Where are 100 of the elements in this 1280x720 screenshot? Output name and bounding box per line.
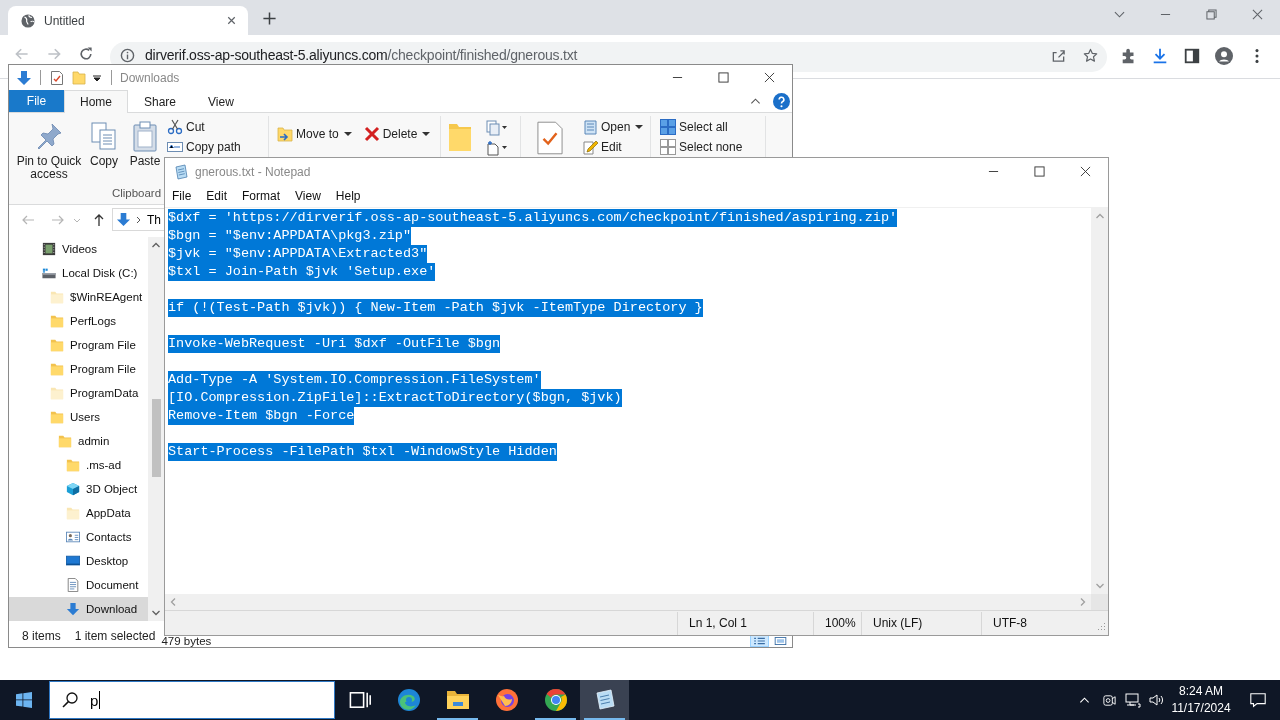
line-ending: Unix (LF)	[861, 611, 981, 635]
open-button[interactable]: Open	[582, 118, 648, 136]
side-panel-icon[interactable]	[1183, 47, 1201, 65]
avatar-icon[interactable]	[1215, 47, 1233, 65]
help-icon[interactable]	[773, 92, 790, 110]
edge-icon	[396, 688, 421, 712]
close-icon[interactable]	[1251, 9, 1263, 20]
details-view-button[interactable]	[750, 636, 769, 647]
drive-icon	[42, 266, 56, 280]
clock[interactable]: 8:24 AM 11/17/2024	[1171, 683, 1231, 717]
cut-button[interactable]: Cut	[167, 118, 245, 136]
zoom-level: 100%	[813, 611, 861, 635]
tree-item[interactable]: AppData	[9, 501, 148, 525]
camera-icon[interactable]	[1102, 692, 1117, 708]
caret-down-icon[interactable]	[93, 73, 101, 82]
pin-button[interactable]: Pin to Quick access	[13, 116, 85, 187]
file-tab[interactable]: File	[9, 90, 64, 112]
properties-icon[interactable]	[537, 121, 563, 155]
new-document-icon[interactable]	[486, 140, 508, 156]
menu-item[interactable]: File	[165, 189, 200, 203]
folder-icon	[66, 458, 80, 472]
folder-icon	[445, 688, 470, 712]
group-label: Clipboard	[111, 187, 162, 201]
plus-icon[interactable]	[262, 11, 277, 26]
copy-path-icon	[167, 139, 183, 155]
properties-icon[interactable]	[49, 69, 65, 86]
ribbon-tab[interactable]: Share	[128, 90, 193, 113]
star-icon[interactable]	[1083, 48, 1098, 63]
ribbon-tab[interactable]: View	[192, 90, 250, 113]
tree-item[interactable]: ProgramData	[9, 381, 148, 405]
maximize-icon[interactable]	[717, 72, 729, 83]
document-icon	[66, 578, 80, 592]
close-icon[interactable]	[763, 72, 775, 83]
move-to-button[interactable]: Move to	[277, 123, 352, 145]
tree-item[interactable]: Contacts	[9, 525, 148, 549]
restore-icon[interactable]	[1205, 9, 1217, 20]
tree-item[interactable]: Users	[9, 405, 148, 429]
notification-icon[interactable]	[1249, 691, 1267, 709]
download-arrow-icon	[66, 602, 80, 616]
tree-item[interactable]: Program File	[9, 357, 148, 381]
download-arrow-icon	[16, 69, 32, 86]
folder-arrow-icon	[277, 126, 293, 142]
ribbon-tab[interactable]: Home	[64, 90, 128, 113]
faded-folder-icon	[50, 290, 64, 304]
reload-icon[interactable]	[78, 46, 94, 62]
folder-icon	[50, 410, 64, 424]
search-icon	[62, 692, 78, 708]
tree-item[interactable]: Desktop	[9, 549, 148, 573]
site-info-icon[interactable]	[120, 48, 135, 63]
tree-item[interactable]: Videos	[9, 237, 148, 261]
menu-item[interactable]: Edit	[199, 189, 236, 203]
faded-folder-icon	[50, 386, 64, 400]
tree-item[interactable]: 3D Object	[9, 477, 148, 501]
notepad-icon	[173, 163, 189, 180]
tree-item[interactable]: Program File	[9, 333, 148, 357]
edit-button[interactable]: Edit	[582, 138, 648, 156]
tree-item[interactable]: admin	[9, 429, 148, 453]
cube-icon	[66, 482, 80, 496]
download-arrow-icon	[116, 212, 131, 227]
volume-icon[interactable]	[1149, 692, 1165, 708]
copy-path-button[interactable]: Copy path	[167, 138, 245, 156]
folder-icon	[50, 362, 64, 376]
folder-icon	[58, 434, 72, 448]
contact-card-icon	[66, 530, 80, 544]
tree-item[interactable]: Document	[9, 573, 148, 597]
close-icon[interactable]	[225, 14, 238, 27]
tree-item[interactable]: PerfLogs	[9, 309, 148, 333]
download-icon[interactable]	[1151, 47, 1169, 65]
scrollbar[interactable]	[148, 237, 164, 621]
film-icon	[42, 242, 56, 256]
menu-item[interactable]: View	[288, 189, 329, 203]
close-icon[interactable]	[1079, 166, 1091, 177]
scrollbar-thumb[interactable]	[151, 399, 161, 477]
menu-item[interactable]: Help	[328, 189, 369, 203]
stacked-pages-icon[interactable]	[486, 120, 508, 136]
search-field[interactable]: p	[49, 681, 335, 719]
chevron-down-icon[interactable]	[1113, 9, 1125, 20]
notepad-icon	[582, 119, 598, 135]
select-none-button[interactable]: Select none	[660, 138, 765, 156]
browser-tab[interactable]: Untitled	[8, 6, 248, 35]
menu-item[interactable]: Format	[235, 189, 289, 203]
paste-button[interactable]: Paste	[127, 116, 163, 187]
tree-item[interactable]: $WinREAgent	[9, 285, 148, 309]
folder-icon	[50, 314, 64, 328]
copy-button[interactable]: Copy	[86, 116, 122, 187]
network-icon[interactable]	[1125, 692, 1141, 708]
notepad-taskbar-button[interactable]	[580, 680, 629, 720]
selection-size: 479 bytes	[161, 636, 212, 647]
share-icon[interactable]	[1051, 48, 1066, 63]
window-title: Downloads	[120, 70, 180, 85]
up-arrow-icon[interactable]	[92, 212, 106, 227]
details-view-icon	[753, 637, 766, 645]
pencil-icon	[582, 139, 598, 155]
maximize-icon[interactable]	[1033, 166, 1045, 177]
delete-button[interactable]: Delete	[363, 123, 431, 145]
tree-item[interactable]: .ms-ad	[9, 453, 148, 477]
tree-item[interactable]: Download	[9, 597, 148, 621]
select-all-button[interactable]: Select all	[660, 118, 765, 136]
windows-logo-icon	[16, 692, 32, 708]
tree-item[interactable]: Local Disk (C:)	[9, 261, 148, 285]
